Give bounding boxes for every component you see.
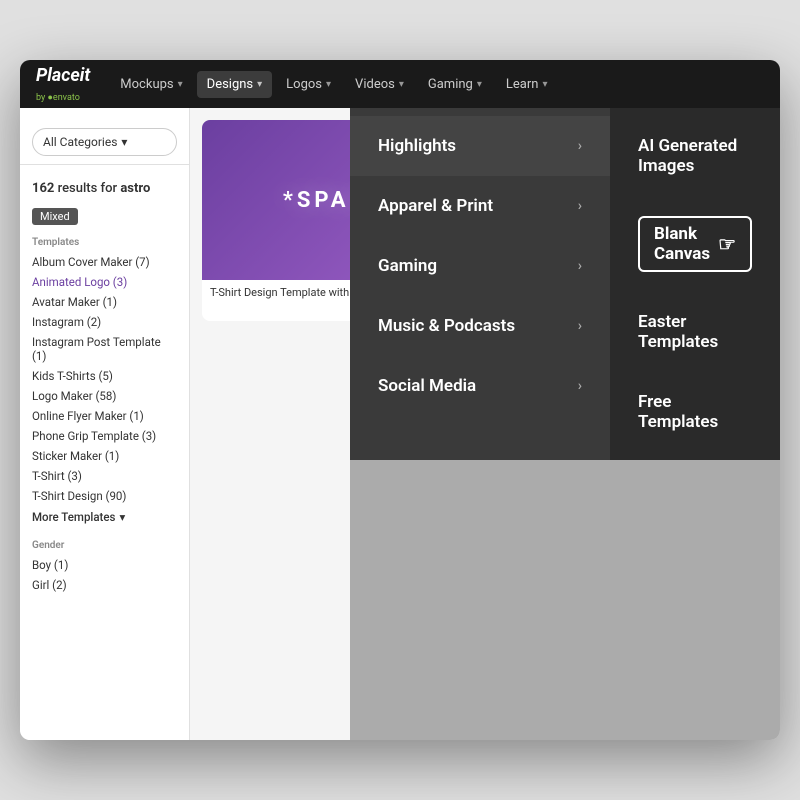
sidebar-item-animated-logo[interactable]: Animated Logo (3) <box>20 272 189 292</box>
chevron-right-icon: › <box>578 378 582 394</box>
chevron-down-icon: ▾ <box>542 79 547 90</box>
chevron-down-icon: ▾ <box>121 135 127 149</box>
content-area: All Categories ▾ 162 results for astro M… <box>20 108 780 740</box>
chevron-right-icon: › <box>578 138 582 154</box>
dropdown-overlay[interactable]: Highlights › Apparel & Print › Gaming › <box>350 108 780 740</box>
chevron-down-icon: ▾ <box>326 79 331 90</box>
nav-items: Mockups ▾ Designs ▾ Logos ▾ Videos ▾ Gam… <box>110 71 557 98</box>
templates-section-label: Templates <box>20 233 189 252</box>
gender-label: Gender <box>20 536 189 555</box>
dropdown-right-panel: AI Generated Images Blank Canvas ☞ Easte… <box>610 108 780 460</box>
sidebar-item-kids-tshirts[interactable]: Kids T-Shirts (5) <box>20 366 189 386</box>
sidebar-item-phone-grip[interactable]: Phone Grip Template (3) <box>20 426 189 446</box>
dropdown-item-music[interactable]: Music & Podcasts › <box>350 296 610 356</box>
sidebar-item-sticker[interactable]: Sticker Maker (1) <box>20 446 189 466</box>
main-window: Placeit by ●envato Mockups ▾ Designs ▾ L… <box>20 60 780 740</box>
mixed-tag: Mixed <box>32 208 78 225</box>
blank-canvas-button[interactable]: Blank Canvas ☞ <box>638 216 752 272</box>
nav-item-mockups[interactable]: Mockups ▾ <box>110 71 192 98</box>
gender-section: Gender Boy (1) Girl (2) <box>20 536 189 595</box>
chevron-down-icon: ▾ <box>178 79 183 90</box>
dropdown-item-easter[interactable]: Easter Templates <box>610 292 780 372</box>
dropdown-item-gaming[interactable]: Gaming › <box>350 236 610 296</box>
logo-text: Placeit <box>36 65 90 86</box>
dropdown-item-apparel[interactable]: Apparel & Print › <box>350 176 610 236</box>
sidebar-item-boy[interactable]: Boy (1) <box>20 555 189 575</box>
navbar: Placeit by ●envato Mockups ▾ Designs ▾ L… <box>20 60 780 108</box>
nav-item-learn[interactable]: Learn ▾ <box>496 71 558 98</box>
chevron-down-icon: ▾ <box>257 79 262 90</box>
filter-bar: All Categories ▾ <box>20 120 189 165</box>
chevron-right-icon: › <box>578 258 582 274</box>
chevron-right-icon: › <box>578 318 582 334</box>
nav-item-designs[interactable]: Designs ▾ <box>197 71 273 98</box>
dropdown-item-social[interactable]: Social Media › <box>350 356 610 416</box>
sidebar-item-album-cover[interactable]: Album Cover Maker (7) <box>20 252 189 272</box>
sidebar-item-logo-maker[interactable]: Logo Maker (58) <box>20 386 189 406</box>
sidebar-item-instagram[interactable]: Instagram (2) <box>20 312 189 332</box>
dropdown-item-highlights[interactable]: Highlights › <box>350 116 610 176</box>
logo[interactable]: Placeit by ●envato <box>36 65 90 103</box>
results-count: 162 results for astro <box>20 173 189 204</box>
dropdown-item-ai-images[interactable]: AI Generated Images <box>610 116 780 196</box>
chevron-down-icon: ▾ <box>399 79 404 90</box>
dropdown-item-blank-canvas[interactable]: Blank Canvas ☞ <box>610 196 780 292</box>
chevron-right-icon: › <box>578 198 582 214</box>
chevron-down-icon: ▾ <box>119 510 125 524</box>
sidebar-item-tshirt[interactable]: T-Shirt (3) <box>20 466 189 486</box>
category-filter[interactable]: All Categories ▾ <box>32 128 177 156</box>
nav-item-videos[interactable]: Videos ▾ <box>345 71 414 98</box>
sidebar-item-instagram-post[interactable]: Instagram Post Template (1) <box>20 332 189 366</box>
main-content: *SPACE* T-Shirt Design Template with the… <box>190 108 780 740</box>
dropdown-left-panel: Highlights › Apparel & Print › Gaming › <box>350 108 610 460</box>
logo-sub: by ●envato <box>36 92 90 103</box>
nav-item-gaming[interactable]: Gaming ▾ <box>418 71 492 98</box>
sidebar-item-tshirt-design[interactable]: T-Shirt Design (90) <box>20 486 189 506</box>
cursor-icon: ☞ <box>718 232 736 256</box>
sidebar-item-flyer[interactable]: Online Flyer Maker (1) <box>20 406 189 426</box>
dropdown-menu: Highlights › Apparel & Print › Gaming › <box>350 108 780 460</box>
sidebar-item-avatar-maker[interactable]: Avatar Maker (1) <box>20 292 189 312</box>
nav-item-logos[interactable]: Logos ▾ <box>276 71 341 98</box>
more-templates-toggle[interactable]: More Templates ▾ <box>20 506 189 528</box>
sidebar: All Categories ▾ 162 results for astro M… <box>20 108 190 740</box>
chevron-down-icon: ▾ <box>477 79 482 90</box>
dropdown-item-free-templates[interactable]: Free Templates <box>610 372 780 452</box>
sidebar-item-girl[interactable]: Girl (2) <box>20 575 189 595</box>
